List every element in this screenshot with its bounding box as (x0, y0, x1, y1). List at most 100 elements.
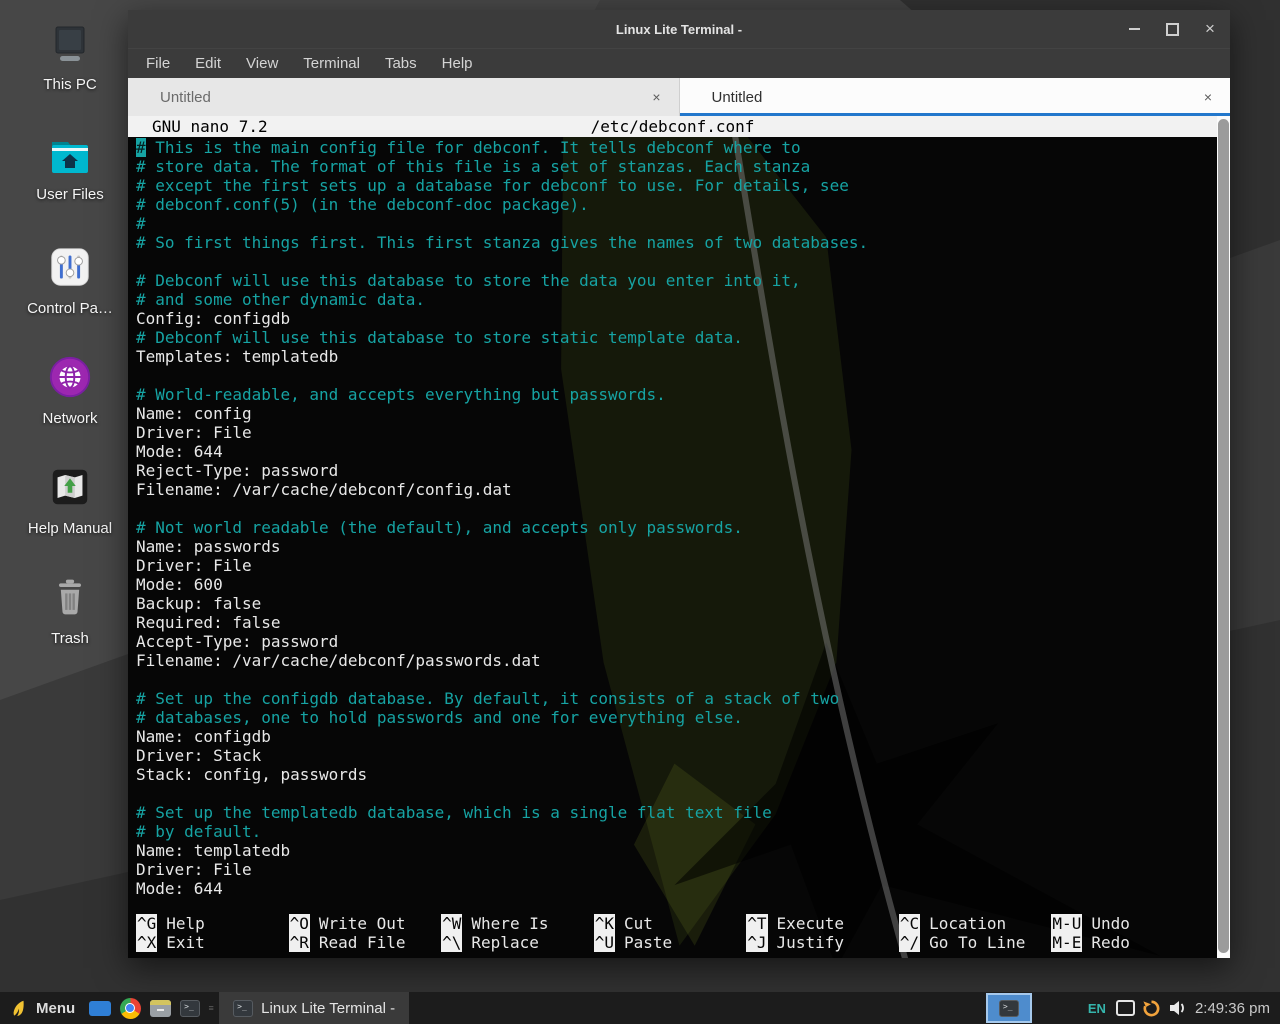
desktop-icon-user-files[interactable]: User Files (8, 134, 132, 203)
editor-line: Driver: File (136, 860, 1230, 879)
terminal-icon (233, 1000, 253, 1017)
desktop-icon-label: Trash (8, 630, 132, 647)
editor-line (136, 784, 1230, 803)
editor-line: Reject-Type: password (136, 461, 1230, 480)
tab-untitled-1[interactable]: Untitled × (128, 78, 680, 116)
desktop-icon-label: This PC (8, 76, 132, 93)
nano-shortcut: ^JJustify (746, 933, 899, 952)
tab-close-icon[interactable]: × (1204, 89, 1212, 105)
maximize-button[interactable] (1164, 21, 1180, 37)
panel-handle: ≡ (205, 992, 217, 1024)
nano-shortcut: ^XExit (136, 933, 289, 952)
desktop-icon-this-pc[interactable]: This PC (8, 24, 132, 93)
nano-shortcuts: ^GHelp^OWrite Out^WWhere Is^KCut^TExecut… (136, 914, 1204, 952)
editor-line: # Set up the templatedb database, which … (136, 803, 1230, 822)
scrollbar-thumb[interactable] (1218, 119, 1229, 953)
display-tray-icon[interactable] (1116, 1000, 1135, 1016)
screen: This PC User Files Control Pa… (0, 0, 1280, 1024)
menu-button[interactable]: Menu (6, 992, 85, 1024)
scrollbar-track[interactable] (1217, 116, 1230, 958)
editor-line: # Not world readable (the default), and … (136, 518, 1230, 537)
file-manager-launcher[interactable] (145, 992, 175, 1024)
terminal-icon (999, 1000, 1019, 1017)
terminal-window: Linux Lite Terminal - × File Edit View T… (128, 10, 1230, 958)
home-folder-icon (46, 134, 94, 176)
desktop-icon-help-manual[interactable]: Help Manual (8, 464, 132, 537)
editor-line: # and some other dynamic data. (136, 290, 1230, 309)
tab-bar: Untitled × Untitled × (128, 78, 1230, 116)
desktop-icon-control-panel[interactable]: Control Pa… (8, 244, 132, 317)
desktop-pager-button[interactable] (85, 992, 115, 1024)
editor-line: Backup: false (136, 594, 1230, 613)
window-preview-button[interactable] (986, 993, 1032, 1023)
menu-edit[interactable]: Edit (195, 55, 221, 72)
task-button-label: Linux Lite Terminal - (261, 1000, 395, 1017)
editor-line: Mode: 644 (136, 442, 1230, 461)
desktop-icon-label: Help Manual (8, 520, 132, 537)
editor-line: Filename: /var/cache/debconf/passwords.d… (136, 651, 1230, 670)
desktop-icon-trash[interactable]: Trash (8, 576, 132, 647)
tab-close-icon[interactable]: × (652, 89, 660, 105)
editor-line: Driver: Stack (136, 746, 1230, 765)
clock[interactable]: 2:49:36 pm (1195, 1000, 1274, 1017)
close-button[interactable]: × (1202, 21, 1218, 37)
editor-line: Name: templatedb (136, 841, 1230, 860)
editor-line: # by default. (136, 822, 1230, 841)
nano-shortcut: ^UPaste (594, 933, 747, 952)
nano-shortcut: ^\Replace (441, 933, 594, 952)
terminal-content[interactable]: GNU nano 7.2 /etc/debconf.conf # This is… (128, 116, 1230, 958)
help-manual-icon (47, 464, 93, 510)
nano-shortcut: ^/Go To Line (899, 933, 1052, 952)
desktop-icon-network[interactable]: Network (8, 354, 132, 427)
taskbar: Menu ≡ Linux Lite Terminal - (0, 992, 1280, 1024)
feather-logo-icon (10, 998, 28, 1018)
nano-shortcut: ^GHelp (136, 914, 289, 933)
taskbar-tray: EN 2:49:36 pm (986, 992, 1280, 1024)
editor-lines[interactable]: # This is the main config file for debco… (128, 137, 1230, 898)
nano-shortcut: M-UUndo (1051, 914, 1204, 933)
window-controls: × (1126, 10, 1218, 48)
volume-tray-icon[interactable] (1169, 1000, 1187, 1016)
nano-shortcut: M-ERedo (1051, 933, 1204, 952)
window-titlebar[interactable]: Linux Lite Terminal - × (128, 10, 1230, 48)
editor-line: # databases, one to hold passwords and o… (136, 708, 1230, 727)
editor-line: # So first things first. This first stan… (136, 233, 1230, 252)
desktop-icon-label: Network (8, 410, 132, 427)
chrome-launcher[interactable] (115, 992, 145, 1024)
editor-line (136, 499, 1230, 518)
tab-label: Untitled (160, 89, 211, 106)
nano-shortcut: ^CLocation (899, 914, 1052, 933)
editor-line: # Set up the configdb database. By defau… (136, 689, 1230, 708)
update-arrow-icon (1142, 999, 1161, 1018)
editor-line: Name: configdb (136, 727, 1230, 746)
editor-line: Mode: 600 (136, 575, 1230, 594)
window-title: Linux Lite Terminal - (616, 22, 742, 37)
terminal-launcher[interactable] (175, 992, 205, 1024)
nano-shortcut: ^KCut (594, 914, 747, 933)
chrome-icon (120, 998, 141, 1019)
speaker-icon (1169, 1000, 1187, 1016)
menu-view[interactable]: View (246, 55, 278, 72)
menu-help[interactable]: Help (442, 55, 473, 72)
nano-file-path: /etc/debconf.conf (128, 116, 1217, 137)
menu-tabs[interactable]: Tabs (385, 55, 417, 72)
keyboard-layout-indicator[interactable]: EN (1088, 1001, 1106, 1016)
editor-line: # (136, 214, 1230, 233)
editor-line: Accept-Type: password (136, 632, 1230, 651)
editor-line (136, 366, 1230, 385)
menu-file[interactable]: File (146, 55, 170, 72)
task-button-terminal[interactable]: Linux Lite Terminal - (219, 992, 409, 1024)
tab-untitled-2[interactable]: Untitled × (680, 78, 1231, 116)
workspace-icon (89, 1001, 111, 1016)
sliders-icon (47, 244, 93, 290)
menu-bar: File Edit View Terminal Tabs Help (128, 48, 1230, 78)
menu-terminal[interactable]: Terminal (303, 55, 360, 72)
editor-line: Mode: 644 (136, 879, 1230, 898)
minimize-button[interactable] (1126, 21, 1142, 37)
updates-tray-icon[interactable] (1142, 999, 1161, 1018)
tab-label: Untitled (712, 89, 763, 106)
desktop-icon-label: User Files (8, 186, 132, 203)
editor-line: # This is the main config file for debco… (136, 138, 1230, 157)
editor-line: # World-readable, and accepts everything… (136, 385, 1230, 404)
editor-line: # Debconf will use this database to stor… (136, 271, 1230, 290)
